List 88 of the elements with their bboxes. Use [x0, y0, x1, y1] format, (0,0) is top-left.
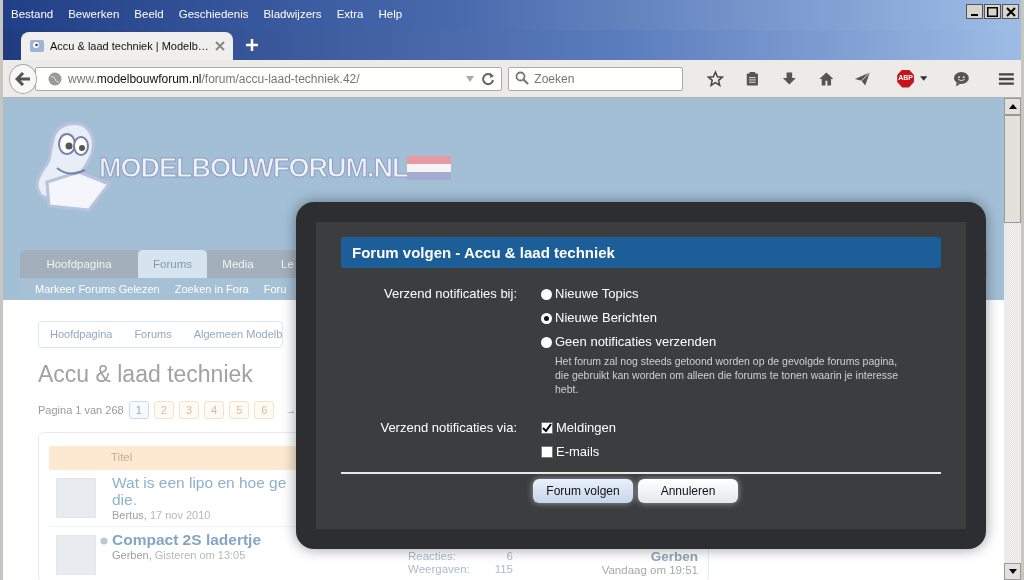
url-field[interactable]: www.modelbouwforum.nl/forum/accu-laad-techniek.42/ — [35, 66, 503, 91]
checkbox[interactable] — [541, 422, 553, 434]
site-favicon-icon — [29, 38, 45, 54]
page-link[interactable]: 5 — [229, 400, 250, 420]
page-heading: Accu & laad techniek — [38, 360, 253, 388]
nav-tab[interactable]: Le — [269, 250, 296, 278]
scrollbar-thumb[interactable] — [1004, 115, 1021, 223]
scrollbar[interactable] — [1004, 98, 1021, 580]
dialog-button[interactable]: Forum volgen — [533, 479, 633, 503]
pagination-summary: Pagina 1 van 268 — [38, 402, 124, 418]
breadcrumb-link[interactable]: Forums — [134, 326, 172, 343]
globe-icon — [48, 71, 63, 86]
dialog-button[interactable]: Annuleren — [638, 479, 738, 503]
thread-title[interactable]: die. — [112, 491, 137, 508]
thumbnail-placeholder — [56, 535, 96, 575]
minimize-icon — [971, 14, 978, 16]
radio-option[interactable]: Nieuwe Topics — [541, 282, 639, 306]
subnav-link[interactable]: Zoeken in Fora — [174, 280, 249, 298]
radio-option[interactable]: Geen notificaties verzenden — [541, 330, 717, 354]
radio-option[interactable]: Nieuwe Berichten — [541, 306, 657, 330]
menu-item[interactable]: Extra — [336, 6, 364, 24]
column-header: Titel — [111, 450, 133, 466]
checkbox-option[interactable]: Meldingen — [541, 416, 616, 440]
scroll-up-icon[interactable] — [1008, 104, 1017, 109]
browser-tab[interactable]: Accu & laad techniek | Modelb… — [21, 32, 233, 60]
nav-tab[interactable]: Media — [207, 250, 269, 278]
checkmark-icon — [542, 423, 552, 433]
search-icon — [515, 71, 530, 85]
menu-item[interactable]: Bestand — [11, 6, 54, 24]
option-hint: Het forum zal nog steeds getoond worden op de gevolgde forums pagina, die gebruikt kan worden om alleen die forums te tonen waarin je interesse hebt. — [555, 354, 900, 396]
next-arrow[interactable]: → — [285, 401, 297, 419]
subnav-link[interactable]: Foru — [263, 280, 287, 298]
menu-item[interactable]: Beeld — [134, 6, 164, 24]
clipboard-icon[interactable] — [744, 69, 761, 88]
back-arrow-icon — [15, 71, 32, 86]
star-icon[interactable] — [707, 69, 725, 88]
thread-title[interactable]: Wat is een lipo en hoe ge — [112, 474, 287, 491]
breadcrumb-link[interactable]: Algemeen Modelb — [193, 326, 283, 343]
menu-item[interactable]: Help — [378, 6, 403, 24]
stat-value: 6 — [506, 550, 513, 563]
last-post-date[interactable]: Vandaag om 19:51 — [513, 564, 698, 577]
chat-smiley-icon[interactable] — [953, 69, 971, 88]
maximize-button[interactable] — [984, 4, 1001, 19]
page-link[interactable]: 3 — [178, 400, 199, 420]
close-icon — [1005, 6, 1016, 17]
subnav-link[interactable]: Markeer Forums Gelezen — [35, 280, 160, 298]
breadcrumb-link[interactable]: Hoofdpagina — [50, 326, 113, 343]
caret-icon[interactable] — [919, 75, 928, 82]
thread-title[interactable]: Compact 2S ladertje — [112, 531, 262, 548]
checkbox-option[interactable]: E-mails — [541, 440, 600, 464]
reload-icon[interactable] — [481, 71, 496, 86]
nav-tab[interactable]: Forums — [138, 250, 207, 278]
tab-title: Accu & laad techniek | Modelb… — [50, 38, 209, 54]
page-link[interactable]: 2 — [153, 400, 174, 420]
close-icon[interactable] — [215, 41, 225, 51]
new-tab-icon[interactable] — [245, 38, 259, 52]
back-button[interactable] — [9, 63, 38, 94]
nav-tab[interactable]: Hoofdpagina — [20, 250, 138, 278]
stat-label: Weergaven: — [408, 563, 470, 576]
maximize-icon — [987, 6, 998, 17]
radio-button[interactable] — [541, 312, 552, 324]
thumbnail-placeholder — [56, 478, 96, 518]
stat-value: 115 — [494, 563, 513, 576]
checkbox[interactable] — [541, 446, 553, 458]
scroll-down-icon[interactable] — [1008, 569, 1017, 574]
stat-label: Reacties: — [408, 550, 456, 563]
menu-item[interactable]: Geschiedenis — [178, 6, 249, 24]
flag-icon — [407, 156, 452, 180]
site-logo[interactable]: MODELBOUWFORUM.NL — [99, 147, 408, 189]
thread-meta: Gerben, Gisteren om 13:05 — [112, 548, 246, 562]
form-label: Verzend notificaties bij: — [383, 285, 517, 303]
form-label: Verzend notificaties via: — [379, 419, 517, 437]
page-link[interactable]: 4 — [204, 400, 225, 420]
radio-button[interactable] — [541, 336, 552, 348]
page-link[interactable]: 1 — [128, 400, 149, 420]
paper-plane-icon[interactable] — [854, 69, 872, 88]
menu-item[interactable]: Bladwijzers — [263, 6, 322, 24]
thread-meta: Bertus, 17 nov 2010 — [112, 508, 211, 522]
close-button[interactable] — [1002, 4, 1019, 19]
last-post-author[interactable]: Gerben — [513, 549, 698, 564]
page-link[interactable]: 6 — [254, 400, 275, 420]
menu-item[interactable]: Bewerken — [68, 6, 120, 24]
dialog-title: Forum volgen - Accu & laad techniek — [341, 237, 941, 268]
url-text: www.modelbouwforum.nl/forum/accu-laad-techniek.42/ — [68, 70, 360, 88]
radio-button[interactable] — [541, 288, 552, 300]
menu-icon[interactable] — [998, 70, 1015, 87]
minimize-button[interactable] — [966, 4, 983, 19]
search-field[interactable]: Zoeken — [508, 67, 684, 91]
